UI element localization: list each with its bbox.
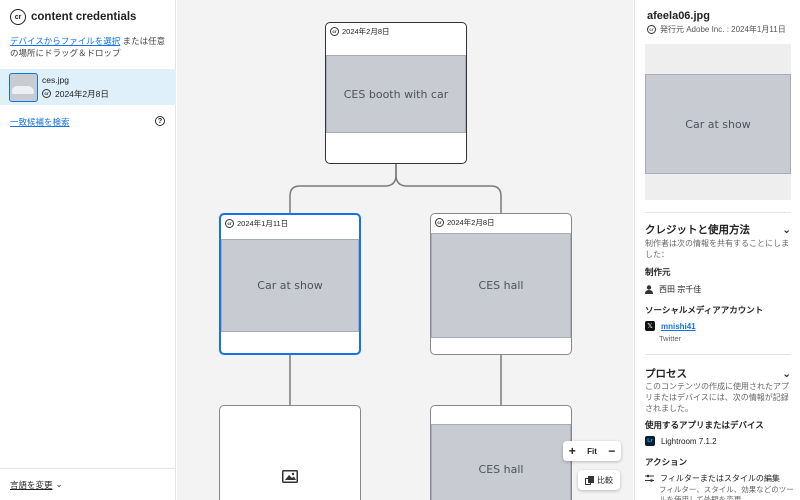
help-icon[interactable]: ? bbox=[155, 116, 165, 126]
producer-name: 西田 宗千佳 bbox=[659, 285, 702, 294]
file-name: ces.jpg bbox=[42, 74, 69, 85]
brand: cr content credentials bbox=[10, 9, 136, 25]
ingredient-card[interactable]: CES hall bbox=[430, 405, 572, 500]
file-thumbnail bbox=[9, 72, 38, 102]
social-row: 𝕏 mnishi41 bbox=[645, 321, 696, 331]
producer-row: 西田 宗千佳 bbox=[645, 284, 701, 295]
asset-preview-image: Car at show bbox=[645, 44, 791, 200]
issuer-text: 発行元 Adobe Inc. : 2024年1月11日 bbox=[660, 25, 786, 34]
divider bbox=[645, 212, 791, 213]
chevron-down-icon: ⌄ bbox=[55, 479, 63, 489]
credit-section-header[interactable]: クレジットと使用方法 ⌄ bbox=[645, 222, 791, 237]
chevron-down-icon: ⌄ bbox=[782, 367, 791, 380]
search-match-link[interactable]: 一致候補を検索 bbox=[10, 116, 70, 128]
compare-label: 比較 bbox=[597, 475, 613, 485]
issuer-line: cr 発行元 Adobe Inc. : 2024年1月11日 bbox=[647, 24, 786, 35]
process-section-title: プロセス bbox=[645, 368, 687, 380]
compare-button[interactable]: 比較 bbox=[578, 470, 620, 490]
brand-name: content credentials bbox=[31, 11, 137, 23]
zoom-controls: + Fit − bbox=[563, 441, 621, 461]
ingredient-card-image: Car at show bbox=[221, 239, 359, 332]
producer-label: 制作元 bbox=[645, 267, 671, 277]
choose-file-link[interactable]: デバイスからファイルを選択 bbox=[10, 36, 120, 46]
cr-badge-icon: cr bbox=[330, 26, 339, 36]
asset-preview-image: Car at show bbox=[645, 74, 791, 174]
person-icon bbox=[645, 285, 653, 294]
app-row: Lr Lightroom 7.1.2 bbox=[645, 436, 717, 446]
language-selector[interactable]: 言語を変更 ⌄ bbox=[0, 468, 176, 500]
provenance-canvas[interactable]: cr 2024年2月8日 CES booth with car cr 2024年… bbox=[177, 0, 633, 500]
chevron-down-icon: ⌄ bbox=[782, 223, 791, 236]
zoom-in-button[interactable]: + bbox=[569, 444, 576, 458]
file-date: 2024年2月8日 bbox=[55, 88, 109, 99]
card-date: 2024年2月8日 bbox=[342, 26, 390, 36]
divider bbox=[645, 354, 791, 355]
language-label: 言語を変更 bbox=[10, 479, 53, 490]
process-description: このコンテンツの作成に使用されたアプリまたはデバイスには、次の情報が記録されまし… bbox=[645, 382, 789, 413]
asset-title: afeela06.jpg bbox=[647, 10, 710, 22]
lightroom-icon: Lr bbox=[645, 436, 655, 446]
credit-description: 制作者は次の情報を共有することにしました： bbox=[645, 239, 789, 259]
social-platform: Twitter bbox=[659, 334, 682, 343]
file-list-item[interactable]: ces.jpg cr 2024年2月8日 bbox=[0, 69, 176, 105]
cr-badge-icon: cr bbox=[225, 218, 234, 228]
card-date: 2024年1月11日 bbox=[237, 218, 289, 228]
social-handle-link[interactable]: mnishi41 bbox=[661, 322, 696, 331]
image-placeholder-icon bbox=[282, 470, 298, 483]
ingredient-card-no-image[interactable] bbox=[219, 405, 361, 500]
left-sidebar: cr content credentials デバイスからファイルを選択 または… bbox=[0, 0, 176, 500]
root-manifest-card[interactable]: cr 2024年2月8日 CES booth with car bbox=[325, 22, 467, 164]
social-label: ソーシャルメディアアカウント bbox=[645, 305, 764, 315]
upload-prompt: デバイスからファイルを選択 または任意の場所にドラッグ＆ドロップ bbox=[10, 35, 170, 59]
action-name: フィルターまたはスタイルの編集 bbox=[660, 474, 780, 483]
root-card-image: CES booth with car bbox=[326, 55, 466, 133]
card-date: 2024年2月8日 bbox=[447, 217, 495, 227]
app-name: Lightroom 7.1.2 bbox=[661, 436, 717, 446]
connector-root-left bbox=[289, 163, 397, 214]
zoom-out-button[interactable]: − bbox=[608, 444, 615, 458]
credit-section-title: クレジットと使用方法 bbox=[645, 224, 750, 236]
ingredient-card-selected[interactable]: cr 2024年1月11日 Car at show bbox=[219, 213, 361, 355]
cr-badge-icon: cr bbox=[42, 89, 51, 98]
ingredient-card-image: CES hall bbox=[431, 424, 571, 500]
ingredient-card[interactable]: cr 2024年2月8日 CES hall bbox=[430, 213, 572, 355]
sliders-icon bbox=[645, 474, 654, 482]
action-row: フィルターまたはスタイルの編集 bbox=[645, 473, 780, 484]
x-icon: 𝕏 bbox=[645, 321, 655, 331]
action-description: フィルター、スタイル、効果などのツールを使用して外観を変更 bbox=[659, 485, 794, 500]
cr-badge-icon: cr bbox=[647, 25, 656, 34]
compare-icon bbox=[585, 475, 594, 485]
process-section-header[interactable]: プロセス ⌄ bbox=[645, 366, 791, 381]
actions-label: アクション bbox=[645, 457, 688, 467]
cr-logo-icon: cr bbox=[10, 9, 26, 25]
ingredient-card-image: CES hall bbox=[431, 233, 571, 338]
cr-badge-icon: cr bbox=[435, 217, 444, 227]
apps-label: 使用するアプリまたはデバイス bbox=[645, 420, 764, 430]
details-panel: afeela06.jpg cr 発行元 Adobe Inc. : 2024年1月… bbox=[634, 0, 800, 500]
connector-root-right bbox=[395, 163, 502, 214]
zoom-fit-button[interactable]: Fit bbox=[587, 447, 597, 456]
